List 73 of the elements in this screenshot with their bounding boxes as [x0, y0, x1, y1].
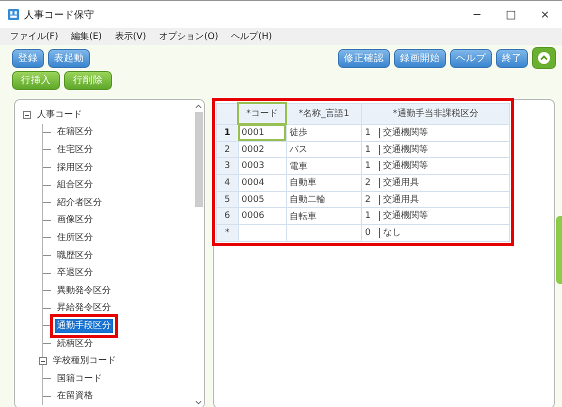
table-cell [238, 224, 286, 242]
tree-item[interactable]: 国籍コード [55, 372, 104, 386]
tree-item[interactable]: 紹介者区分 [55, 196, 104, 210]
row-header[interactable]: 4 [216, 174, 238, 192]
table-cell: 0003 [238, 158, 286, 175]
corner-cell [216, 103, 238, 124]
code-label: 交通機関等 [379, 144, 428, 155]
code-value: 0 [365, 228, 372, 238]
tree-item[interactable]: 人事コード [35, 108, 84, 122]
menu-item[interactable]: オプション(O) [159, 30, 218, 43]
table-cell: 自動車 [286, 174, 362, 192]
menu-item[interactable]: ファイル(F) [10, 30, 58, 43]
table-cell: 0006 [238, 208, 286, 225]
window-title: 人事コード保守 [24, 8, 94, 22]
tree-item[interactable]: 学校種別コード [51, 354, 118, 368]
row-header[interactable]: 5 [216, 191, 238, 208]
tree-item[interactable]: 組合区分 [55, 178, 95, 192]
tree-item[interactable]: 卒退区分 [55, 266, 95, 280]
tree-item[interactable]: 在籍区分 [55, 125, 95, 140]
table-cell: 自転車 [286, 208, 362, 225]
menu-item[interactable]: 編集(E) [71, 30, 102, 43]
code-label: なし [379, 228, 401, 238]
column-header[interactable]: *通勤手当非課税区分 [362, 103, 510, 124]
chevron-up-icon [538, 52, 550, 64]
scrollbar[interactable] [193, 100, 204, 407]
table-cell: 0001 [238, 124, 286, 142]
row-header[interactable]: 2 [216, 141, 238, 158]
tree-item[interactable]: 画像区分 [55, 213, 95, 228]
scrollbar-thumb[interactable] [194, 112, 202, 207]
tree-item[interactable]: 住宅区分 [55, 142, 95, 157]
window-control[interactable]: × [528, 8, 562, 21]
menu-button[interactable] [532, 47, 556, 69]
row-header[interactable]: 3 [216, 158, 238, 175]
menu-item[interactable]: ヘルプ(H) [231, 30, 272, 43]
code-value: 1 [365, 211, 372, 222]
table-cell: 0002 [238, 141, 286, 158]
code-value: 1 [365, 161, 372, 172]
table-cell: 0005 [238, 191, 286, 208]
scroll-up-icon[interactable] [195, 104, 202, 108]
scroll-down-icon[interactable] [195, 400, 202, 404]
code-label: 交通機関等 [379, 211, 428, 222]
table-cell: 0004 [238, 174, 286, 192]
code-label: 交通機関等 [379, 128, 428, 138]
code-label: 交通機関等 [379, 161, 428, 172]
tree-item[interactable]: 続柄区分 [55, 336, 95, 351]
code-value: 1 [365, 128, 372, 138]
window-control[interactable]: − [460, 8, 494, 21]
window-control[interactable]: □ [494, 8, 528, 21]
menu-item[interactable]: 表示(V) [114, 30, 146, 43]
row-header[interactable]: 6 [216, 208, 238, 225]
tree-item[interactable]: 昇給発令区分 [55, 301, 113, 316]
code-value: 1 [365, 144, 372, 155]
tree-item[interactable]: 採用区分 [55, 160, 95, 175]
tree-item[interactable]: 在留資格 [55, 389, 95, 404]
table-cell: 電車 [286, 158, 362, 175]
table-cell: バス [286, 141, 362, 158]
row-header[interactable]: * [216, 224, 238, 242]
code-value: 2 [365, 178, 372, 188]
tree-item[interactable]: 住所区分 [55, 230, 95, 245]
code-label: 交通用具 [379, 194, 419, 205]
collapse-icon[interactable] [39, 357, 47, 366]
collapse-icon[interactable] [23, 110, 31, 119]
app-icon [8, 9, 19, 20]
tree-item[interactable]: 職歴区分 [55, 248, 95, 263]
tree-item[interactable]: 通勤手段区分 [55, 318, 113, 333]
column-header[interactable]: *名称_言語1 [286, 103, 362, 124]
row-header[interactable]: 1 [216, 124, 238, 142]
table-cell: 徒歩 [286, 124, 362, 142]
column-header[interactable]: *コード [238, 103, 286, 124]
code-value: 2 [365, 194, 372, 205]
tree-item[interactable]: 異動発令区分 [55, 284, 113, 298]
code-label: 交通用具 [379, 178, 419, 188]
table-cell: 自動二輪 [286, 191, 362, 208]
